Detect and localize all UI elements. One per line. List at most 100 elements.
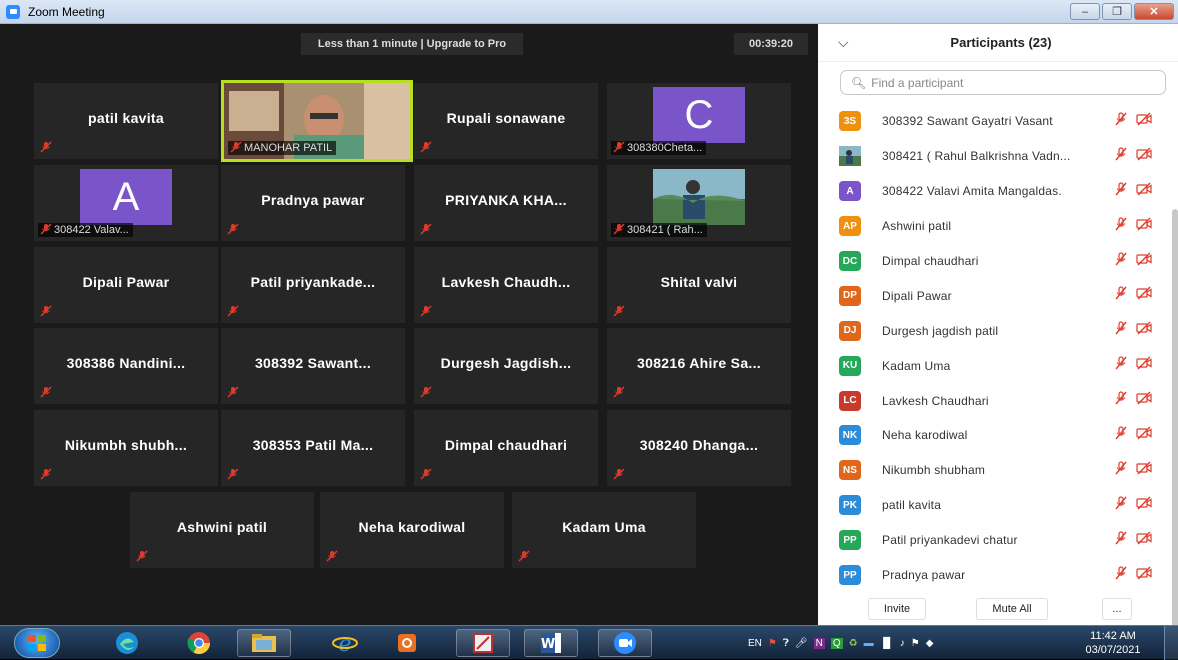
video-tile[interactable]: Ashwini patil — [130, 492, 314, 568]
upgrade-banner[interactable]: Less than 1 minute | Upgrade to Pro — [301, 33, 523, 55]
mic-muted-icon[interactable] — [1114, 426, 1128, 445]
participant-row[interactable]: 3S 308392 Sawant Gayatri Vasant — [818, 104, 1168, 139]
mic-muted-icon[interactable] — [1114, 356, 1128, 375]
video-tile[interactable]: Dimpal chaudhari — [414, 410, 598, 486]
participant-row[interactable]: DP Dipali Pawar — [818, 278, 1168, 313]
participant-row[interactable]: 308421 ( Rahul Balkrishna Vadn... — [818, 139, 1168, 174]
mic-muted-icon[interactable] — [1114, 531, 1128, 550]
video-tile[interactable]: Neha karodiwal — [320, 492, 504, 568]
video-tile[interactable]: C 308380Cheta... — [607, 83, 791, 159]
notification-icon[interactable]: ◆ — [926, 638, 934, 649]
mic-muted-icon[interactable] — [1114, 286, 1128, 305]
media-player-icon[interactable] — [380, 629, 434, 657]
tile-name: 308216 Ahire Sa... — [637, 354, 761, 371]
camera-off-icon[interactable] — [1136, 112, 1152, 131]
camera-off-icon[interactable] — [1136, 252, 1152, 271]
camera-off-icon[interactable] — [1136, 217, 1152, 236]
maximize-button[interactable]: ❐ — [1102, 3, 1132, 20]
battery-icon[interactable]: ▬ — [864, 638, 874, 649]
camera-off-icon[interactable] — [1136, 531, 1152, 550]
participant-row[interactable]: KU Kadam Uma — [818, 348, 1168, 383]
participant-row[interactable]: PP Patil priyankadevi chatur — [818, 523, 1168, 558]
taskbar: e W EN ⚑ ❓︎ 🎤︎ N Q ♻ ▬ ▐▌ ♪ ⚑ ◆ 11:42 AM… — [0, 625, 1178, 660]
mic-muted-icon[interactable] — [1114, 461, 1128, 480]
clock[interactable]: 11:42 AM 03/07/2021 — [1082, 629, 1144, 657]
volume-icon[interactable]: ♪ — [900, 638, 905, 649]
more-button[interactable]: ... — [1102, 597, 1132, 620]
video-tile[interactable]: Nikumbh shubh... — [34, 410, 218, 486]
video-tile[interactable]: 308240 Dhanga... — [607, 410, 791, 486]
camera-off-icon[interactable] — [1136, 321, 1152, 340]
help-icon[interactable]: ❓︎ — [783, 638, 789, 649]
video-tile[interactable]: A 308422 Valav... — [34, 165, 218, 241]
camera-off-icon[interactable] — [1136, 426, 1152, 445]
video-tile[interactable]: 308386 Nandini... — [34, 328, 218, 404]
video-tile[interactable]: Shital valvi — [607, 247, 791, 323]
flag-icon[interactable]: ⚑ — [768, 638, 777, 649]
video-tile[interactable]: 308392 Sawant... — [221, 328, 405, 404]
video-tile[interactable]: 308421 ( Rah... — [607, 165, 791, 241]
mute-all-button[interactable]: Mute All — [976, 597, 1048, 620]
video-tile[interactable]: Dipali Pawar — [34, 247, 218, 323]
show-desktop-button[interactable] — [1164, 626, 1178, 660]
mic-muted-icon[interactable] — [1114, 391, 1128, 410]
video-tile[interactable]: Lavkesh Chaudh... — [414, 247, 598, 323]
participant-row[interactable]: NK Neha karodiwal — [818, 418, 1168, 453]
participant-row[interactable]: NS Nikumbh shubham — [818, 453, 1168, 488]
camera-off-icon[interactable] — [1136, 147, 1152, 166]
network-icon[interactable]: ▐▌ — [880, 638, 894, 649]
participant-row[interactable]: PK patil kavita — [818, 488, 1168, 523]
mic-muted-icon[interactable] — [1114, 147, 1128, 166]
scrollbar[interactable] — [1172, 209, 1178, 629]
mic-muted-icon[interactable] — [1114, 565, 1128, 585]
snipping-tool-icon[interactable] — [456, 629, 510, 657]
invite-button[interactable]: Invite — [868, 597, 926, 620]
file-explorer-icon[interactable] — [237, 629, 291, 657]
close-button[interactable]: ✕ — [1134, 3, 1174, 20]
mic-muted-icon[interactable] — [1114, 496, 1128, 515]
tile-name: 308392 Sawant... — [254, 354, 372, 371]
participant-row[interactable]: PP Pradnya pawar — [818, 558, 1168, 593]
camera-off-icon[interactable] — [1136, 566, 1152, 585]
video-tile[interactable]: patil kavita — [34, 83, 218, 159]
mic-muted-icon[interactable] — [1114, 251, 1128, 271]
mic-muted-icon[interactable] — [1114, 112, 1128, 131]
video-tile[interactable]: Rupali sonawane — [414, 83, 598, 159]
video-tile[interactable]: PRIYANKA KHA... — [414, 165, 598, 241]
video-tile[interactable]: Patil priyankade... — [221, 247, 405, 323]
participant-row[interactable]: AP Ashwini patil — [818, 209, 1168, 244]
participant-row[interactable]: DC Dimpal chaudhari — [818, 244, 1168, 279]
camera-off-icon[interactable] — [1136, 182, 1152, 201]
mic-muted-icon[interactable] — [1114, 217, 1128, 236]
q-tray-icon[interactable]: Q — [830, 637, 843, 649]
mic-muted-icon[interactable] — [1114, 321, 1128, 340]
zoom-icon[interactable] — [598, 629, 652, 657]
video-tile[interactable]: 308353 Patil Ma... — [221, 410, 405, 486]
action-center-icon[interactable]: ⚑ — [911, 638, 920, 649]
edge-icon[interactable] — [100, 629, 154, 657]
chrome-icon[interactable] — [172, 629, 226, 657]
video-tile[interactable]: Kadam Uma — [512, 492, 696, 568]
video-tile[interactable]: 308216 Ahire Sa... — [607, 328, 791, 404]
participant-row[interactable]: A 308422 Valavi Amita Mangaldas. — [818, 174, 1168, 209]
camera-off-icon[interactable] — [1136, 286, 1152, 305]
participant-row[interactable]: LC Lavkesh Chaudhari — [818, 383, 1168, 418]
camera-off-icon[interactable] — [1136, 461, 1152, 480]
word-icon[interactable]: W — [524, 629, 578, 657]
video-tile[interactable]: Durgesh Jagdish... — [414, 328, 598, 404]
internet-explorer-icon[interactable]: e — [318, 629, 372, 657]
mic-muted-icon[interactable] — [1114, 182, 1128, 201]
camera-off-icon[interactable] — [1136, 391, 1152, 410]
start-button[interactable] — [14, 628, 60, 658]
language-indicator[interactable]: EN — [748, 638, 762, 649]
sync-tray-icon[interactable]: ♻ — [849, 638, 858, 649]
onenote-tray-icon[interactable]: N — [813, 637, 825, 649]
video-tile[interactable]: Pradnya pawar — [221, 165, 405, 241]
camera-off-icon[interactable] — [1136, 496, 1152, 515]
mic-tray-icon[interactable]: 🎤︎ — [795, 638, 808, 649]
participant-row[interactable]: DJ Durgesh jagdish patil — [818, 313, 1168, 348]
minimize-button[interactable]: – — [1070, 3, 1100, 20]
camera-off-icon[interactable] — [1136, 356, 1152, 375]
video-tile[interactable]: MANOHAR PATIL — [221, 80, 413, 162]
search-input[interactable]: 🔍︎ Find a participant — [840, 70, 1166, 95]
